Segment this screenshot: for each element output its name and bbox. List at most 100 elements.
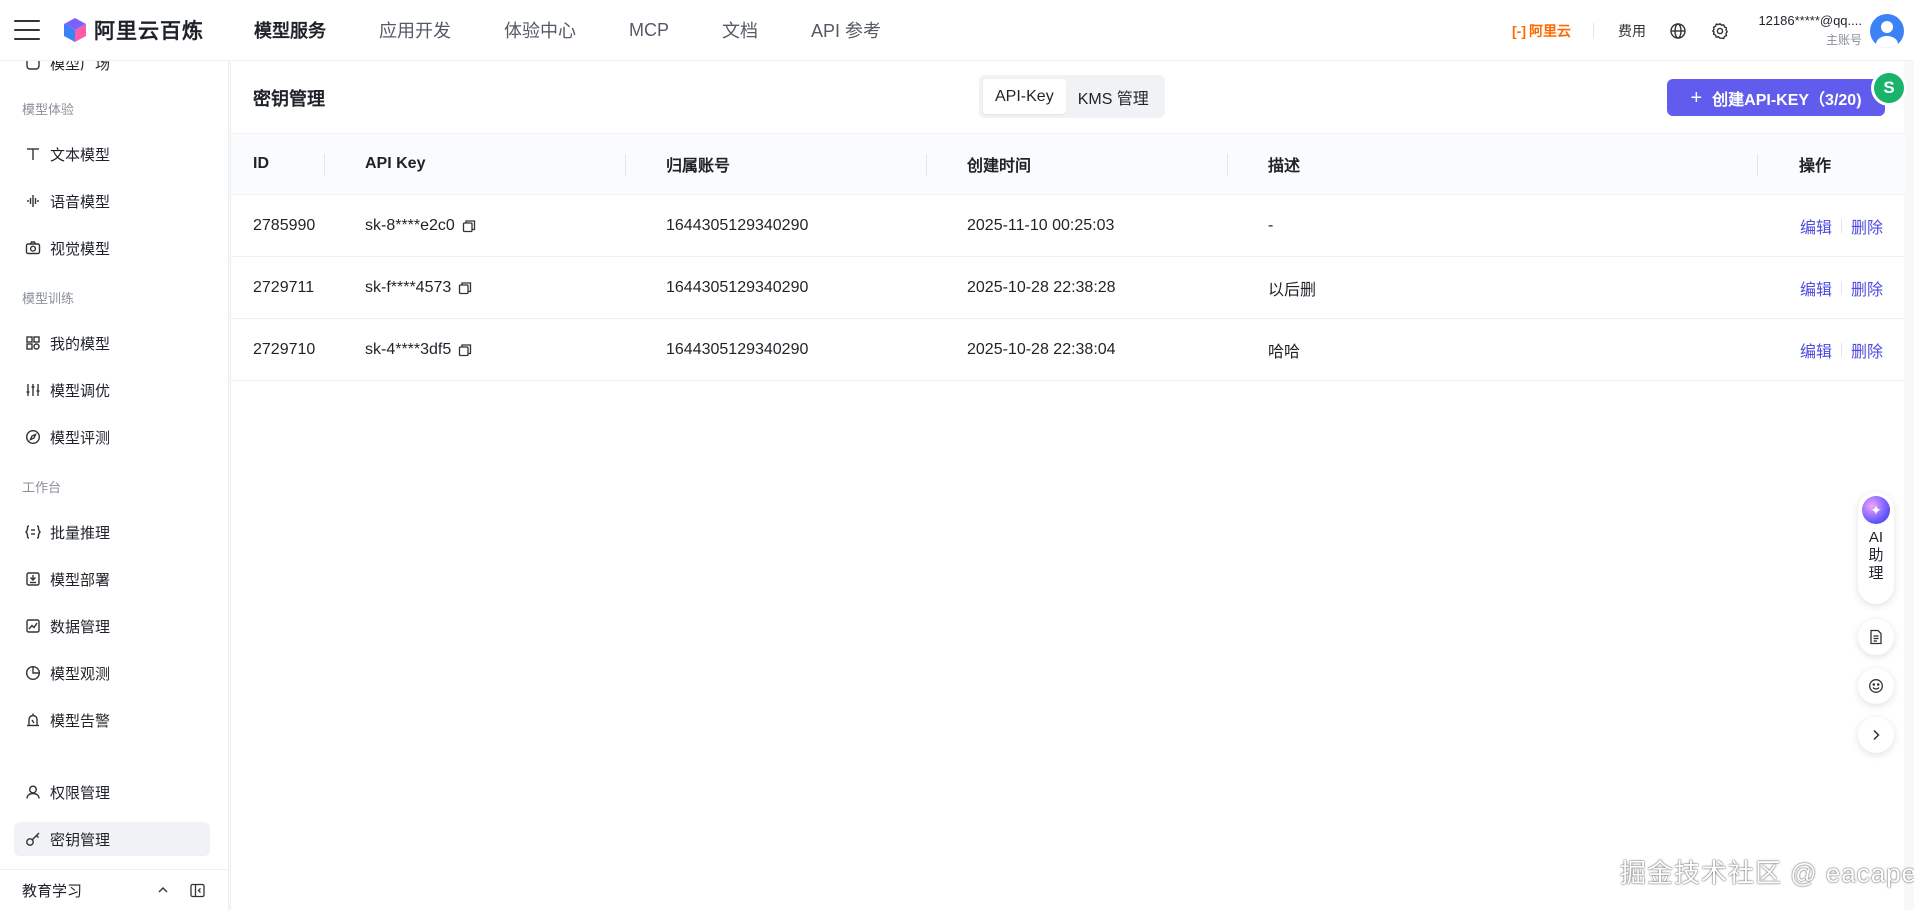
alarm-icon xyxy=(24,711,42,729)
sidebar-item-model-eval[interactable]: 模型评测 xyxy=(14,420,210,454)
account-name: 12186*****@qq.... xyxy=(1758,13,1862,28)
sidebar-item-my-models[interactable]: 我的模型 xyxy=(14,326,210,360)
billing-link[interactable]: 费用 xyxy=(1618,21,1646,41)
sidebar-footer: 教育学习 xyxy=(0,869,228,910)
sliders-icon xyxy=(24,381,42,399)
row-account: 1644305129340290 xyxy=(666,216,809,234)
nav-model-service[interactable]: 模型服务 xyxy=(254,17,326,43)
sidebar-item-vision-model[interactable]: 视觉模型 xyxy=(14,231,210,265)
sidebar-item-label: 模型广场 xyxy=(50,61,111,73)
document-icon[interactable] xyxy=(1858,619,1894,655)
group-label-experience: 模型体验 xyxy=(22,102,75,117)
row-desc: - xyxy=(1268,216,1274,234)
key-icon xyxy=(24,830,42,848)
sparkle-icon: ✦ xyxy=(1862,496,1890,524)
row-created: 2025-10-28 22:38:28 xyxy=(967,278,1116,296)
account-info[interactable]: 12186*****@qq.... 主账号 xyxy=(1752,13,1862,48)
col-header-account: 归属账号 xyxy=(625,133,946,195)
chevron-right-icon[interactable] xyxy=(1858,717,1894,753)
sidebar-item-text-model[interactable]: 文本模型 xyxy=(14,137,210,171)
education-learning-label[interactable]: 教育学习 xyxy=(22,880,82,901)
row-created: 2025-10-28 22:38:04 xyxy=(967,340,1116,358)
row-api-key: sk-f****4573 xyxy=(365,278,452,296)
sidebar-item-data-mgmt[interactable]: 数据管理 xyxy=(14,609,210,643)
aliyun-logo-text: 阿里云 xyxy=(1529,22,1571,39)
sidebar-item-label: 数据管理 xyxy=(50,618,111,636)
smiley-feedback-icon[interactable] xyxy=(1858,668,1894,704)
nav-api-reference[interactable]: API 参考 xyxy=(811,17,881,43)
delete-link[interactable]: 删除 xyxy=(1851,276,1883,300)
sidebar: 模型广场 模型体验 文本模型 语音模型 视觉模型 模型训练 我的模型 模型调优 xyxy=(0,61,229,910)
nav-experience-center[interactable]: 体验中心 xyxy=(504,17,576,43)
bailian-logo-icon xyxy=(62,17,88,43)
sidebar-item-label: 视觉模型 xyxy=(50,240,111,258)
group-label-workbench: 工作台 xyxy=(22,480,62,495)
tab-kms[interactable]: KMS 管理 xyxy=(1066,79,1161,114)
edit-link[interactable]: 编辑 xyxy=(1800,338,1832,362)
ai-assistant-label: AI助理 xyxy=(1868,529,1884,582)
sidebar-item-model-square[interactable]: 模型广场 xyxy=(14,61,210,80)
top-bar: 阿里云百炼 模型服务 应用开发 体验中心 MCP 文档 API 参考 [-] 阿… xyxy=(0,0,1914,61)
sidebar-item-label: 语音模型 xyxy=(50,193,111,211)
page-title: 密钥管理 xyxy=(253,89,325,109)
floating-s-badge-icon[interactable]: S xyxy=(1874,73,1904,103)
sidebar-item-label: 我的模型 xyxy=(50,335,111,353)
row-api-key: sk-8****e2c0 xyxy=(365,216,455,234)
text-t-icon xyxy=(24,145,42,163)
copy-icon[interactable] xyxy=(458,281,472,295)
table-row: 2729711 sk-f****4573 1644305129340290 20… xyxy=(231,256,1905,319)
sidebar-item-voice-model[interactable]: 语音模型 xyxy=(14,184,210,218)
deploy-icon xyxy=(24,570,42,588)
nav-app-dev[interactable]: 应用开发 xyxy=(379,17,451,43)
tab-switcher: API-Key KMS 管理 xyxy=(979,75,1165,118)
sidebar-item-key-mgmt[interactable]: 密钥管理 xyxy=(14,822,210,856)
create-api-key-button[interactable]: + 创建API-KEY（3/20) xyxy=(1667,79,1885,116)
sidebar-item-label: 批量推理 xyxy=(50,524,111,542)
copy-icon[interactable] xyxy=(458,343,472,357)
aliyun-logo[interactable]: [-] 阿里云 xyxy=(1512,21,1571,41)
nav-mcp[interactable]: MCP xyxy=(629,20,669,41)
sidebar-item-permissions[interactable]: 权限管理 xyxy=(14,775,210,809)
row-desc: 哈哈 xyxy=(1268,343,1301,361)
create-api-key-label: 创建API-KEY（3/20) xyxy=(1712,91,1862,109)
ai-assistant-button[interactable]: ✦ AI助理 xyxy=(1858,492,1894,604)
watermark-text: 掘金技术社区 @ eacape xyxy=(1620,858,1914,888)
hamburger-menu-icon[interactable] xyxy=(14,20,40,40)
collapse-sidebar-icon[interactable] xyxy=(189,882,205,898)
brand-logo[interactable]: 阿里云百炼 xyxy=(62,15,232,45)
braces-list-icon xyxy=(24,523,42,541)
tab-api-key[interactable]: API-Key xyxy=(983,79,1066,114)
globe-icon[interactable] xyxy=(1668,21,1688,41)
delete-link[interactable]: 删除 xyxy=(1851,338,1883,362)
table-header-row: ID API Key 归属账号 创建时间 描述 操作 xyxy=(231,133,1905,195)
delete-link[interactable]: 删除 xyxy=(1851,214,1883,238)
sidebar-item-label: 文本模型 xyxy=(50,146,111,164)
sidebar-item-model-alarm[interactable]: 模型告警 xyxy=(14,703,210,737)
sidebar-item-model-tuning[interactable]: 模型调优 xyxy=(14,373,210,407)
brand-name: 阿里云百炼 xyxy=(94,20,204,43)
sidebar-item-label: 权限管理 xyxy=(50,784,111,802)
sidebar-item-batch-inference[interactable]: 批量推理 xyxy=(14,515,210,549)
sidebar-item-label: 模型告警 xyxy=(50,712,111,730)
top-nav: 模型服务 应用开发 体验中心 MCP 文档 API 参考 xyxy=(254,17,934,43)
edit-link[interactable]: 编辑 xyxy=(1800,214,1832,238)
row-created: 2025-11-10 00:25:03 xyxy=(967,216,1115,234)
square-icon xyxy=(24,61,42,72)
sidebar-item-model-deploy[interactable]: 模型部署 xyxy=(14,562,210,596)
account-role: 主账号 xyxy=(1825,33,1862,47)
sidebar-item-label: 模型评测 xyxy=(50,429,111,447)
edit-link[interactable]: 编辑 xyxy=(1800,276,1832,300)
waveform-icon xyxy=(24,192,42,210)
copy-icon[interactable] xyxy=(462,219,476,233)
grid-icon xyxy=(24,334,42,352)
compass-icon xyxy=(24,428,42,446)
plus-icon: + xyxy=(1690,86,1703,109)
sidebar-item-model-observe[interactable]: 模型观测 xyxy=(14,656,210,690)
chevron-up-icon[interactable] xyxy=(155,882,171,898)
divider xyxy=(1593,22,1594,39)
gear-icon[interactable] xyxy=(1710,21,1730,41)
avatar[interactable] xyxy=(1870,13,1904,48)
sidebar-item-label: 模型观测 xyxy=(50,665,111,683)
row-account: 1644305129340290 xyxy=(666,340,809,358)
nav-docs[interactable]: 文档 xyxy=(722,17,758,43)
